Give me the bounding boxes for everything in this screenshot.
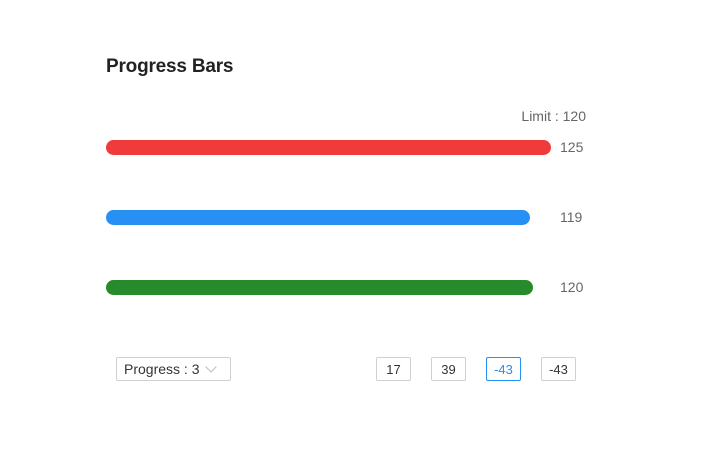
progress-bar-track (106, 140, 551, 155)
step-button-1[interactable]: 17 (376, 357, 411, 381)
page-title: Progress Bars (106, 56, 234, 77)
progress-bar-value: 125 (560, 139, 584, 155)
progress-bar-track (106, 210, 551, 225)
progress-bar-fill (106, 280, 533, 295)
progress-bar-value: 120 (560, 279, 584, 295)
progress-bar-fill (106, 210, 530, 225)
limit-label: Limit : 120 (521, 108, 586, 124)
progress-bar-track (106, 280, 551, 295)
progress-bar-value: 119 (560, 209, 583, 225)
chevron-down-icon (205, 360, 218, 373)
progress-bar-fill (106, 140, 551, 155)
step-button-3[interactable]: -43 (486, 357, 521, 381)
step-button-2[interactable]: 39 (431, 357, 466, 381)
progress-select[interactable]: Progress : 3 (116, 357, 231, 381)
step-button-4[interactable]: -43 (541, 357, 576, 381)
progress-select-label: Progress : 3 (124, 361, 200, 377)
